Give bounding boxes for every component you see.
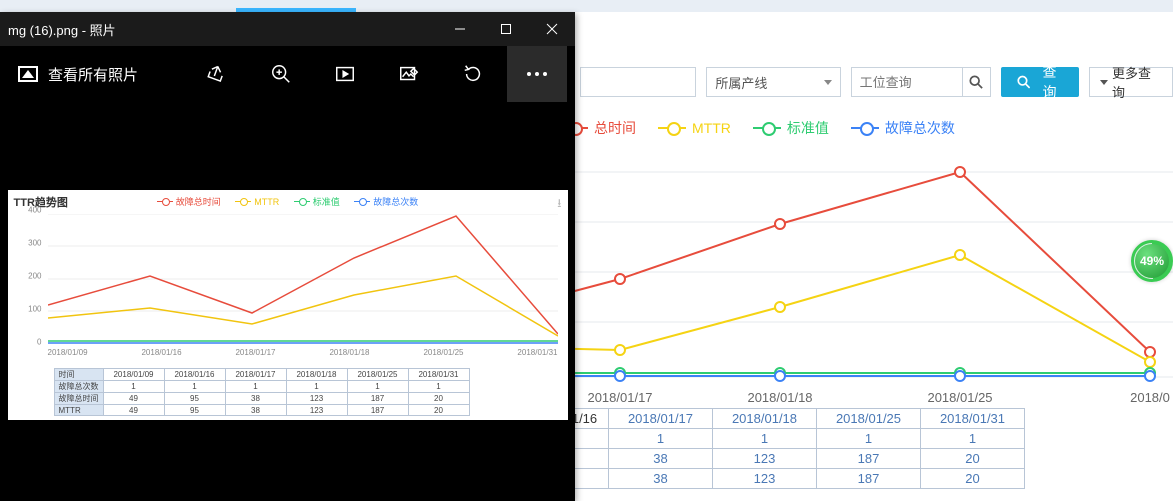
share-button[interactable] [187, 46, 247, 102]
legend-std[interactable]: 标准值 [753, 118, 829, 138]
line-dropdown-label: 所属产线 [715, 73, 767, 92]
query-button-label: 查询 [1036, 62, 1063, 102]
collection-icon [18, 66, 38, 82]
station-search-button[interactable] [962, 68, 990, 96]
edit-image-button[interactable] [379, 46, 439, 102]
more-query-button[interactable]: 更多查询 [1089, 67, 1173, 97]
rotate-button[interactable] [443, 46, 503, 102]
photos-titlebar[interactable]: mg (16).png - 照片 [0, 12, 575, 46]
mini-x-axis: 2018/01/092018/01/16 2018/01/172018/01/1… [48, 348, 558, 357]
maximize-button[interactable] [483, 12, 529, 46]
more-options-button[interactable] [507, 46, 567, 102]
mini-chart-image: TTR趋势图 ⭳ 故障总时间 MTTR 标准值 故障总次数 0100200300… [8, 190, 568, 420]
more-query-label: 更多查询 [1112, 63, 1162, 101]
photo-viewport[interactable]: TTR趋势图 ⭳ 故障总时间 MTTR 标准值 故障总次数 0100200300… [0, 102, 575, 501]
photos-window: mg (16).png - 照片 查看所有照片 TTR趋势图 [0, 12, 575, 501]
mini-plot [48, 214, 558, 344]
close-button[interactable] [529, 12, 575, 46]
mini-y-axis: 0100200300400 [16, 210, 44, 342]
view-all-label: 查看所有照片 [48, 64, 138, 85]
station-search [851, 67, 991, 97]
chevron-down-icon [1100, 80, 1108, 85]
query-button[interactable]: 查询 [1001, 67, 1079, 97]
view-all-photos-button[interactable]: 查看所有照片 [8, 58, 148, 91]
line-dropdown[interactable]: 所属产线 [706, 67, 840, 97]
browser-tab-hint [0, 0, 1173, 12]
slideshow-button[interactable] [315, 46, 375, 102]
legend-mttr[interactable]: MTTR [658, 120, 731, 136]
minimize-button[interactable] [437, 12, 483, 46]
mini-table: 时间2018/01/092018/01/162018/01/172018/01/… [54, 368, 470, 416]
progress-badge-value: 49% [1140, 254, 1164, 268]
station-input[interactable] [852, 68, 962, 96]
legend-count[interactable]: 故障总次数 [851, 118, 955, 138]
photos-title: mg (16).png - 照片 [8, 20, 437, 39]
zoom-button[interactable] [251, 46, 311, 102]
progress-badge[interactable]: 49% [1131, 240, 1173, 282]
big-data-table: 1/16 2018/01/17 2018/01/18 2018/01/25 20… [560, 408, 1025, 489]
photos-toolbar: 查看所有照片 [0, 46, 575, 102]
mini-legend: 故障总时间 MTTR 标准值 故障总次数 [8, 194, 568, 208]
partial-dropdown[interactable] [580, 67, 696, 97]
caret-down-icon [824, 80, 832, 85]
ellipsis-icon [527, 72, 547, 76]
